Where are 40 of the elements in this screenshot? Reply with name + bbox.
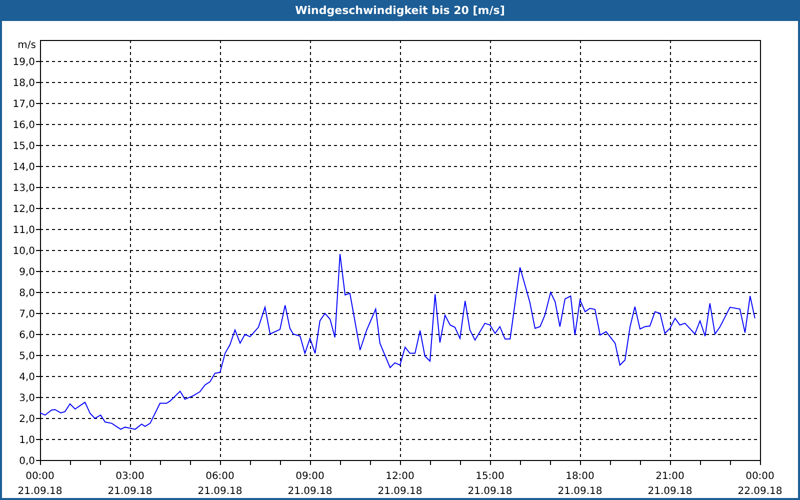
y-tick-label: 11,0: [12, 225, 35, 236]
y-tick-label: 16,0: [12, 120, 35, 131]
y-tick-label: 15,0: [12, 141, 35, 152]
time-label: 18:00: [566, 471, 594, 482]
y-tick-label: 17,0: [12, 99, 35, 110]
y-tick-label: 1,0: [19, 435, 35, 446]
y-tick-label: 18,0: [12, 78, 35, 89]
y-tick-label: 14,0: [12, 162, 35, 173]
y-tick-label: 10,0: [12, 246, 35, 257]
date-label: 21.09.18: [558, 486, 602, 497]
y-tick-label: 19,0: [12, 57, 35, 68]
y-tick-label: 9,0: [19, 267, 35, 278]
time-label: 21:00: [656, 471, 684, 482]
y-tick-label: 6,0: [19, 330, 35, 341]
y-tick-label: 2,0: [19, 414, 35, 425]
time-label: 00:00: [746, 471, 774, 482]
y-tick-label: 12,0: [12, 204, 35, 215]
y-tick-label: 7,0: [19, 309, 35, 320]
y-tick-label: 4,0: [19, 372, 35, 383]
date-label: 21.09.18: [18, 486, 62, 497]
y-axis-unit: m/s: [18, 40, 36, 51]
y-tick-label: 8,0: [19, 288, 35, 299]
y-tick-label: 0,0: [19, 456, 35, 467]
date-label: 21.09.18: [468, 486, 512, 497]
date-label: 21.09.18: [198, 486, 242, 497]
y-tick-label: 13,0: [12, 183, 35, 194]
time-label: 03:00: [116, 471, 144, 482]
y-tick-label: 5,0: [19, 351, 35, 362]
time-label: 12:00: [386, 471, 414, 482]
time-label: 06:00: [206, 471, 234, 482]
date-label: 21.09.18: [288, 486, 332, 497]
date-label: 21.09.18: [648, 486, 692, 497]
window-title: Windgeschwindigkeit bis 20 [m/s]: [0, 0, 800, 21]
time-label: 00:00: [26, 471, 54, 482]
time-label: 15:00: [476, 471, 504, 482]
date-label: 21.09.18: [378, 486, 422, 497]
date-label: 21.09.18: [108, 486, 152, 497]
y-tick-label: 3,0: [19, 393, 35, 404]
time-label: 09:00: [296, 471, 324, 482]
date-label: 22.09.18: [738, 486, 782, 497]
